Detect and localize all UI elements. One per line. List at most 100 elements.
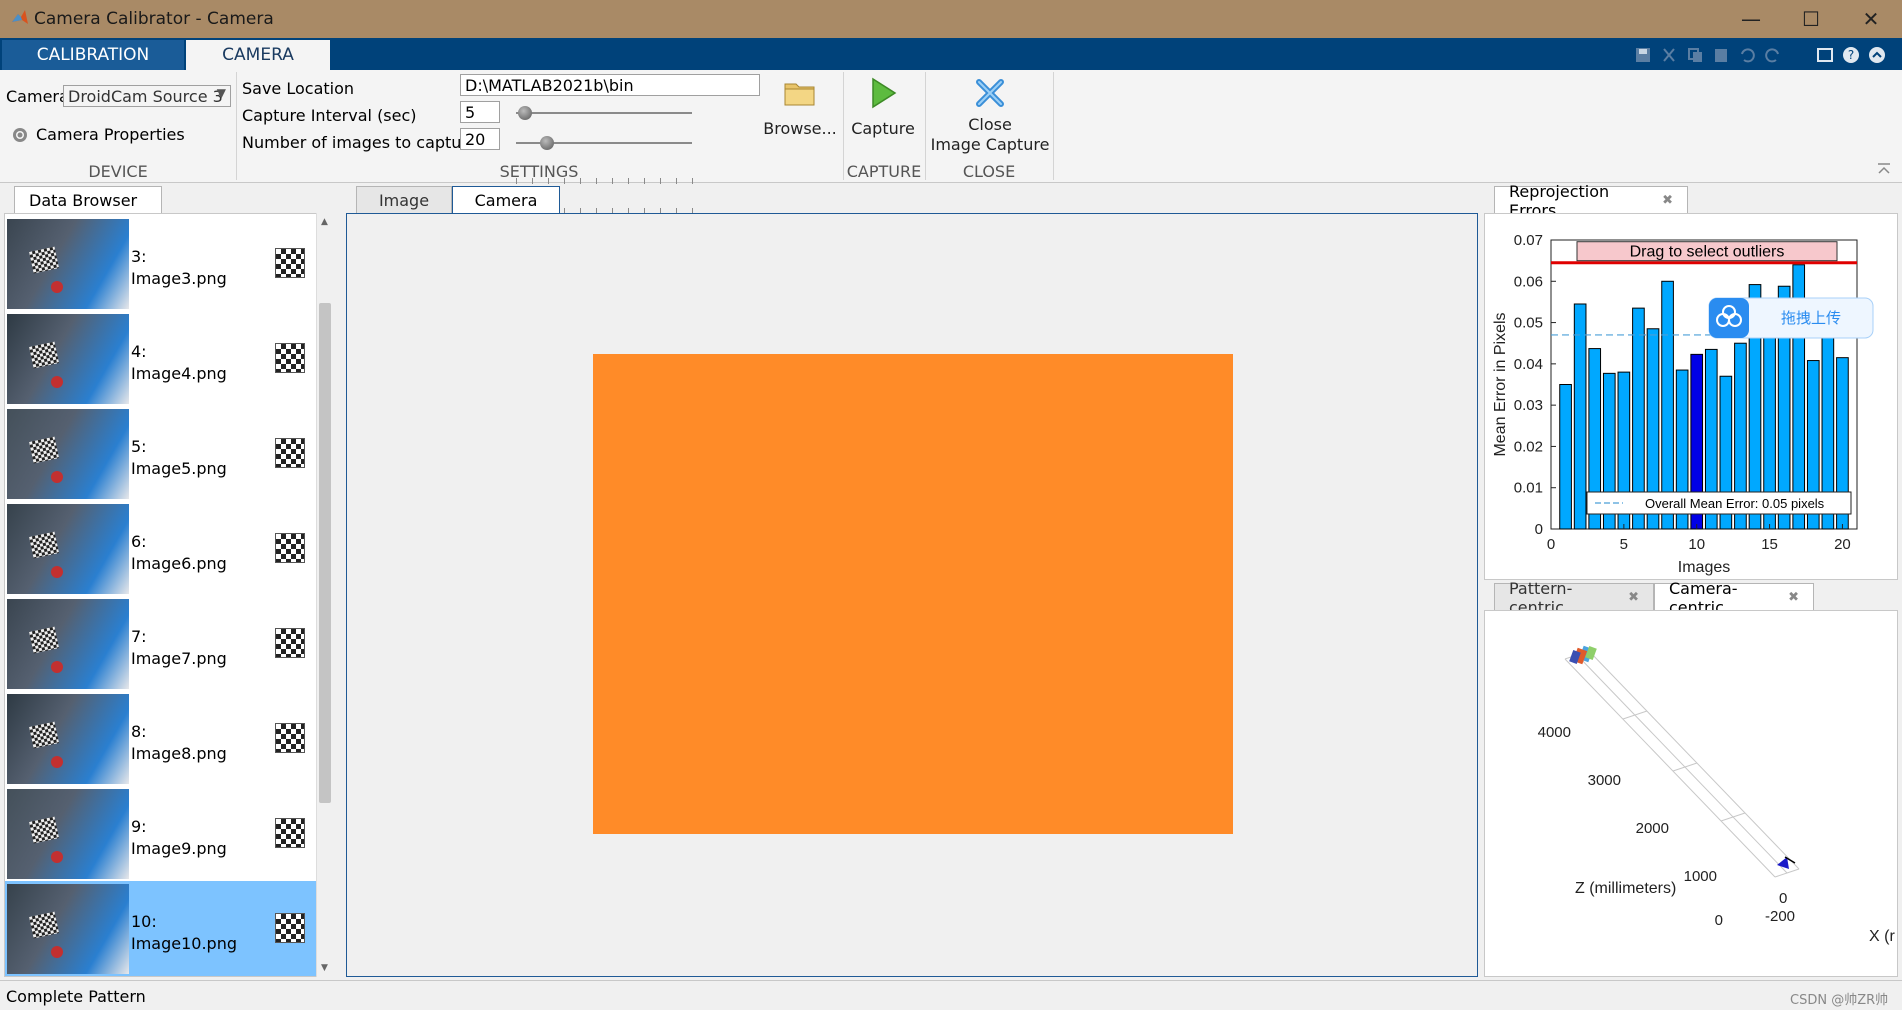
capture-button[interactable]: Capture	[846, 76, 920, 139]
slider-tick	[516, 178, 517, 184]
pattern-detected-icon	[275, 628, 305, 658]
data-browser-item[interactable]: 7: Image7.png	[5, 596, 319, 691]
slider-tick	[644, 178, 645, 184]
expand-ribbon-icon[interactable]	[1868, 46, 1886, 64]
item-filename: Image10.png	[131, 934, 238, 953]
image-thumbnail	[7, 884, 129, 974]
maximize-button[interactable]: ☐	[1782, 0, 1840, 38]
image-count-slider[interactable]	[540, 136, 554, 150]
image-count-input[interactable]: 20	[460, 128, 500, 150]
checkerboard-in-thumbnail	[28, 341, 60, 369]
scroll-up-icon[interactable]: ▲	[321, 217, 328, 227]
z-tick-label: 4000	[1538, 724, 1571, 741]
error-bar[interactable]	[1559, 384, 1572, 530]
scroll-down-icon[interactable]: ▼	[321, 963, 328, 973]
red-object-in-thumbnail	[51, 851, 63, 863]
capture-interval-label: Capture Interval (sec)	[242, 106, 417, 125]
reprojection-error-chart[interactable]: Drag to select outliers 0 0.01 0.02 0.03 0.04…	[1485, 214, 1897, 579]
save-location-label: Save Location	[242, 79, 355, 98]
tab-camera[interactable]: CAMERA	[186, 40, 330, 70]
item-label: 4: Image4.png	[131, 341, 227, 385]
y-tick-label: 0.01	[1514, 480, 1543, 497]
close-tab-icon[interactable]: ✖	[1662, 193, 1673, 208]
red-object-in-thumbnail	[51, 566, 63, 578]
y-tick-label: 0.02	[1514, 438, 1543, 455]
collapse-toolstrip-icon[interactable]	[1876, 162, 1892, 176]
capture-interval-slider-track	[516, 112, 692, 114]
camera-label: Camera	[6, 87, 69, 106]
window-title: Camera Calibrator - Camera	[34, 9, 274, 29]
data-browser-item[interactable]: 9: Image9.png	[5, 786, 319, 881]
scrollbar-thumb[interactable]	[319, 303, 331, 803]
tab-image[interactable]: Image	[356, 186, 452, 214]
toolstrip: Camera DroidCam Source 3 ▼ Camera Proper…	[0, 70, 1902, 214]
item-label: 8: Image8.png	[131, 721, 227, 765]
item-label: 3: Image3.png	[131, 246, 227, 290]
checkerboard-in-thumbnail	[28, 246, 60, 274]
slider-tick	[532, 178, 533, 184]
data-browser-item[interactable]: 4: Image4.png	[5, 311, 319, 406]
y-tick-label: 0.06	[1514, 273, 1543, 290]
tab-pattern-centric[interactable]: Pattern-centric ✖	[1494, 579, 1654, 617]
x-tick-label: 0	[1547, 536, 1555, 553]
reprojection-errors-tab[interactable]: Reprojection Errors ✖	[1494, 182, 1688, 220]
error-bar[interactable]	[1573, 303, 1587, 530]
data-browser-item[interactable]: 8: Image8.png	[5, 691, 319, 786]
data-browser-item[interactable]: 10: Image10.png	[5, 881, 319, 976]
section-divider	[1053, 72, 1054, 180]
paste-icon[interactable]	[1712, 46, 1730, 64]
item-number: 8:	[131, 722, 147, 741]
close-tab-icon[interactable]: ✖	[1788, 590, 1799, 605]
close-tab-icon[interactable]: ✖	[1628, 590, 1639, 605]
data-browser-item[interactable]: 5: Image5.png	[5, 406, 319, 501]
tab-calibration[interactable]: CALIBRATION	[2, 40, 184, 70]
pattern-detected-icon	[275, 723, 305, 753]
cut-icon[interactable]	[1660, 46, 1678, 64]
tab-camera-centric[interactable]: Camera-centric ✖	[1654, 579, 1814, 617]
gear-icon	[13, 128, 27, 142]
device-section-label: DEVICE	[88, 162, 148, 181]
data-browser-tab[interactable]: Data Browser	[14, 186, 162, 214]
checkerboard-in-thumbnail	[28, 626, 60, 654]
save-icon[interactable]	[1634, 46, 1652, 64]
pattern-detected-icon	[275, 343, 305, 373]
undo-icon[interactable]	[1738, 46, 1756, 64]
browse-button[interactable]: Browse...	[760, 78, 840, 139]
capture-interval-slider[interactable]	[518, 106, 532, 120]
pattern-detected-icon	[275, 533, 305, 563]
upload-overlay-label: 拖拽上传	[1781, 309, 1841, 327]
minimize-button[interactable]: —	[1722, 0, 1780, 38]
slider-tick	[628, 178, 629, 184]
camera-properties-button[interactable]: Camera Properties	[36, 125, 185, 144]
status-text: Complete Pattern	[6, 987, 146, 1006]
close-image-capture-button[interactable]: Close Image Capture	[928, 76, 1052, 155]
data-browser-item[interactable]: 6: Image6.png	[5, 501, 319, 596]
copy-icon[interactable]	[1686, 46, 1704, 64]
red-object-in-thumbnail	[51, 281, 63, 293]
data-browser-item[interactable]: 3: Image3.png	[5, 216, 319, 311]
item-filename: Image6.png	[131, 554, 227, 573]
watermark: CSDN @帅ZR帅	[1790, 993, 1889, 1008]
capture-section-label: CAPTURE	[846, 162, 922, 181]
camera-select[interactable]: DroidCam Source 3 ▼	[63, 85, 231, 107]
tab-camera-view[interactable]: Camera	[452, 186, 560, 214]
capture-interval-input[interactable]: 5	[460, 101, 500, 123]
checkerboard-in-thumbnail	[28, 531, 60, 559]
redo-icon[interactable]	[1764, 46, 1782, 64]
image-thumbnail	[7, 314, 129, 404]
slider-tick	[692, 178, 693, 184]
data-browser-scrollbar[interactable]: ▲ ▼	[316, 213, 334, 977]
z-tick-label: 1000	[1684, 868, 1717, 885]
settings-section-label: SETTINGS	[499, 162, 579, 181]
close-label-1: Close	[968, 115, 1012, 134]
extrinsics-3d-plot[interactable]: 4000 3000 2000 1000 0 0 -200 Z (millimet…	[1485, 611, 1897, 976]
close-window-button[interactable]: ✕	[1842, 0, 1900, 38]
item-number: 4:	[131, 342, 147, 361]
extrinsics-panel: 4000 3000 2000 1000 0 0 -200 Z (millimet…	[1484, 610, 1898, 977]
layout-icon[interactable]	[1816, 46, 1834, 64]
save-location-input[interactable]: D:\MATLAB2021b\bin	[460, 74, 760, 96]
help-icon[interactable]: ?	[1842, 46, 1860, 64]
red-object-in-thumbnail	[51, 376, 63, 388]
close-x-icon	[976, 79, 1004, 107]
item-filename: Image5.png	[131, 459, 227, 478]
